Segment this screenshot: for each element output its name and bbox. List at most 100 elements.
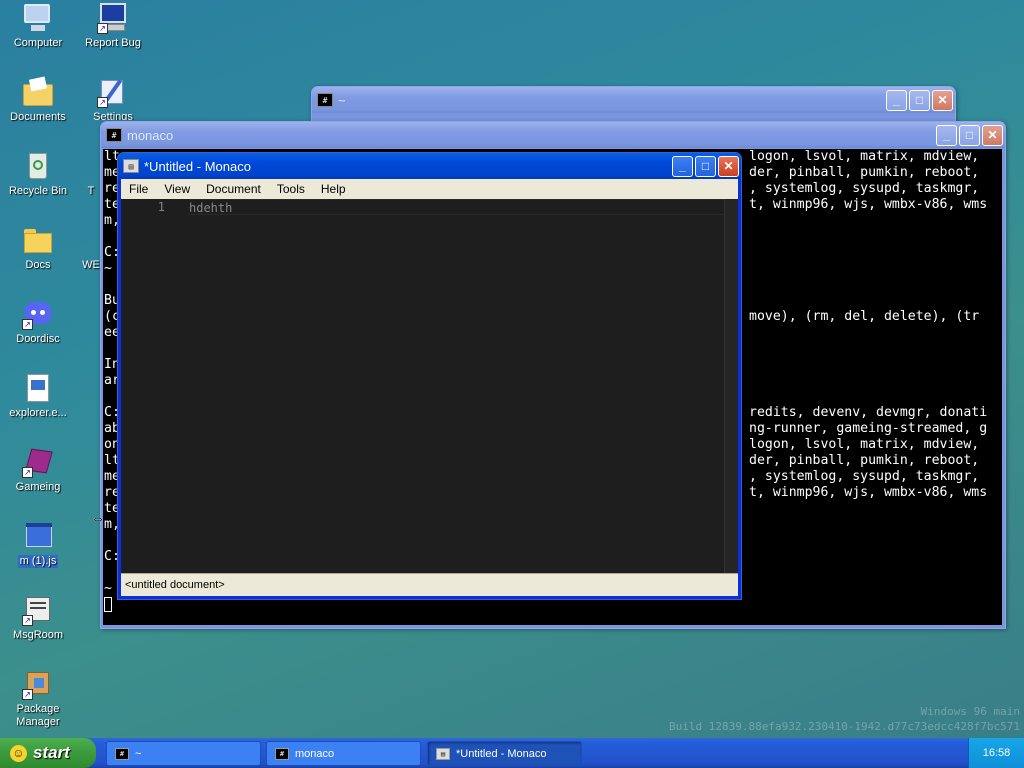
icon-label: Docs — [25, 259, 51, 271]
icon-label: Gameing — [15, 481, 61, 493]
package-manager-icon: ↗ — [22, 668, 54, 700]
minimize-button[interactable]: _ — [672, 155, 693, 177]
clock[interactable]: 16:58 — [983, 747, 1011, 759]
recycle-bin-icon — [22, 150, 54, 182]
watermark-build: Build 12839.88efa932.230410-1942.d77c73e… — [669, 720, 1020, 733]
close-button[interactable]: ✕ — [718, 155, 739, 177]
terminal-line: logon, lsvol, matrix, mdview, — [749, 437, 980, 452]
terminal-line: t, winmp96, wjs, wmbx-v86, wms — [749, 485, 988, 500]
taskbar-item-label: *Untitled - Monaco — [456, 747, 547, 760]
menu-bar: File View Document Tools Help — [121, 179, 738, 199]
icon-label: explorer.e... — [9, 407, 67, 419]
menu-document[interactable]: Document — [198, 182, 269, 196]
title-bar[interactable]: ▤ *Untitled - Monaco _ □ ✕ — [118, 153, 741, 179]
desktop-icon-report-bug[interactable]: ↗ Report Bug — [75, 2, 151, 50]
desktop-icon-gameing[interactable]: ↗ Gameing — [0, 446, 76, 494]
maximize-button[interactable]: □ — [909, 89, 930, 111]
terminal-line: move), (rm, del, delete), (tr — [749, 309, 980, 324]
icon-label: WE — [82, 259, 100, 271]
maximize-button[interactable]: □ — [959, 124, 980, 146]
terminal-icon: # — [115, 747, 129, 760]
doordisc-icon: ↗ — [22, 298, 54, 330]
desktop-icon-we[interactable]: WE — [80, 224, 102, 272]
taskbar-item-untitled-monaco[interactable]: ▤ *Untitled - Monaco — [427, 741, 582, 766]
desktop-icon-explorer[interactable]: explorer.e... — [0, 372, 76, 420]
minimize-button[interactable]: _ — [936, 124, 957, 146]
document-icon: ▤ — [123, 159, 139, 173]
vertical-scrollbar[interactable] — [724, 199, 738, 573]
close-button[interactable]: ✕ — [932, 89, 953, 111]
icon-label: MsgRoom — [12, 629, 64, 641]
report-bug-icon: ↗ — [97, 2, 129, 34]
terminal-line: redits, devenv, devmgr, donati — [749, 405, 988, 420]
code-editor[interactable]: 1 hdehth — [121, 199, 738, 573]
terminal-icon: # — [275, 747, 289, 760]
menu-help[interactable]: Help — [313, 182, 354, 196]
menu-tools[interactable]: Tools — [269, 182, 313, 196]
taskbar-item-monaco[interactable]: # monaco — [266, 741, 421, 766]
taskbar: ☺ start # ~ # monaco ▤ *Untitled - Monac… — [0, 738, 1024, 768]
settings-icon: ↗ — [97, 76, 129, 108]
watermark-title: Windows 96 main — [920, 705, 1020, 718]
menu-view[interactable]: View — [156, 182, 198, 196]
js-file-icon — [22, 520, 54, 552]
resize-cursor-icon: ⇔ — [91, 510, 105, 526]
title-bar[interactable]: # ~ _ □ ✕ — [312, 87, 955, 113]
desktop-icon-m1js[interactable]: m (1).js — [0, 520, 76, 571]
desktop-icon-recycle-bin[interactable]: Recycle Bin — [0, 150, 76, 198]
minimize-button[interactable]: _ — [886, 89, 907, 111]
desktop-icon-documents[interactable]: Documents — [0, 76, 76, 124]
desktop-icon-t[interactable]: T — [80, 150, 102, 198]
desktop-icon-computer[interactable]: Computer — [0, 2, 76, 50]
desktop-icon-package-manager[interactable]: ↗ Package Manager — [0, 668, 76, 729]
icon-label: Report Bug — [85, 37, 141, 49]
terminal-line: ng-runner, gameing-streamed, g — [749, 421, 988, 436]
editor-window-monaco[interactable]: ▤ *Untitled - Monaco _ □ ✕ File View Doc… — [117, 152, 742, 600]
desktop-icon-msgroom[interactable]: ↗ MsgRoom — [0, 594, 76, 642]
desktop-icon-docs[interactable]: Docs — [0, 224, 76, 272]
taskbar-item-label: monaco — [295, 747, 335, 760]
terminal-line: der, pinball, pumkin, reboot, — [749, 453, 980, 468]
icon-label: Settings — [93, 111, 133, 120]
terminal-right-column: logon, lsvol, matrix, mdview, der, pinbal… — [749, 149, 987, 501]
icon-label: Doordisc — [16, 333, 60, 345]
gameing-cube-icon: ↗ — [22, 446, 54, 478]
icon-label: m (1).js — [17, 555, 59, 568]
line-number-gutter: 1 — [121, 199, 189, 215]
taskbar-item-label: ~ — [135, 747, 142, 760]
close-button[interactable]: ✕ — [982, 124, 1003, 146]
desktop-icon-doordisc[interactable]: ↗ Doordisc — [0, 298, 76, 346]
terminal-window-home[interactable]: # ~ _ □ ✕ — [311, 86, 956, 126]
app-icon — [80, 224, 102, 256]
taskbar-item-home-terminal[interactable]: # ~ — [106, 741, 261, 766]
documents-folder-icon — [22, 76, 54, 108]
icon-label: Computer — [13, 37, 63, 49]
icon-label: Documents — [10, 111, 66, 123]
terminal-cursor — [104, 597, 112, 612]
code-line[interactable]: hdehth — [189, 199, 724, 215]
terminal-line: , systemlog, sysupd, taskmgr, — [749, 469, 980, 484]
maximize-button[interactable]: □ — [695, 155, 716, 177]
folder-icon — [22, 224, 54, 256]
menu-file[interactable]: File — [121, 182, 156, 196]
terminal-line: der, pinball, pumkin, reboot, — [749, 165, 980, 180]
status-text: <untitled document> — [125, 578, 225, 591]
window-title: ~ — [338, 92, 346, 108]
msgroom-icon: ↗ — [22, 594, 54, 626]
title-bar[interactable]: # monaco _ □ ✕ — [101, 122, 1005, 148]
start-button[interactable]: ☺ start — [0, 738, 96, 768]
computer-icon — [22, 2, 54, 34]
document-icon: ▤ — [436, 747, 450, 760]
status-bar: <untitled document> — [121, 573, 738, 595]
desktop-icon-settings[interactable]: ↗ Settings — [75, 76, 151, 120]
